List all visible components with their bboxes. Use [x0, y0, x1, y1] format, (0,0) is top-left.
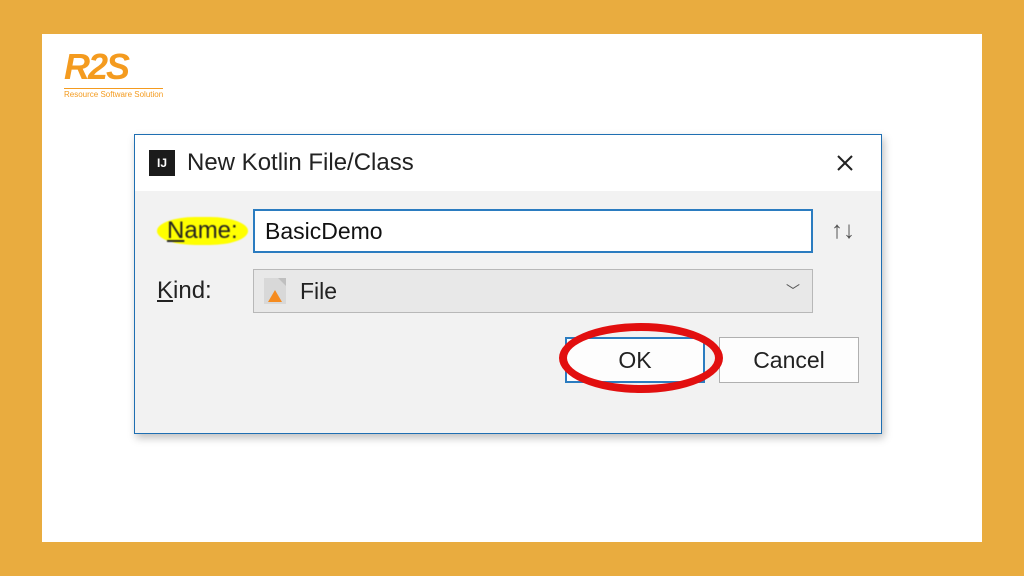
logo-subtitle: Resource Software Solution — [64, 88, 163, 99]
dialog-buttonbar: OK Cancel — [135, 329, 881, 383]
close-icon — [835, 153, 855, 173]
ok-button[interactable]: OK — [565, 337, 705, 383]
dialog-body: Name: ↑↓ Kind: File ﹀ — [135, 191, 881, 313]
chevron-down-icon: ﹀ — [786, 281, 800, 301]
cancel-button[interactable]: Cancel — [719, 337, 859, 383]
dialog-title: New Kotlin File/Class — [187, 149, 823, 177]
dialog-titlebar: IJ New Kotlin File/Class — [135, 135, 881, 191]
kind-value: File — [300, 278, 337, 305]
name-input[interactable] — [253, 209, 813, 253]
logo-text: R2S — [64, 46, 128, 87]
name-row: Name: ↑↓ — [157, 209, 859, 253]
kind-label: Kind: — [157, 277, 253, 305]
kind-row: Kind: File ﹀ — [157, 269, 859, 313]
tutorial-slide: R2S Resource Software Solution IJ New Ko… — [42, 34, 982, 542]
sort-arrows-icon[interactable]: ↑↓ — [827, 217, 859, 245]
kind-select[interactable]: File ﹀ — [253, 269, 813, 313]
r2s-logo: R2S — [64, 46, 128, 88]
new-kotlin-file-dialog: IJ New Kotlin File/Class Name: ↑↓ K — [134, 134, 882, 434]
close-button[interactable] — [823, 143, 867, 183]
name-label: Name: — [157, 217, 253, 245]
kotlin-file-icon — [264, 278, 286, 304]
intellij-icon: IJ — [149, 150, 175, 176]
